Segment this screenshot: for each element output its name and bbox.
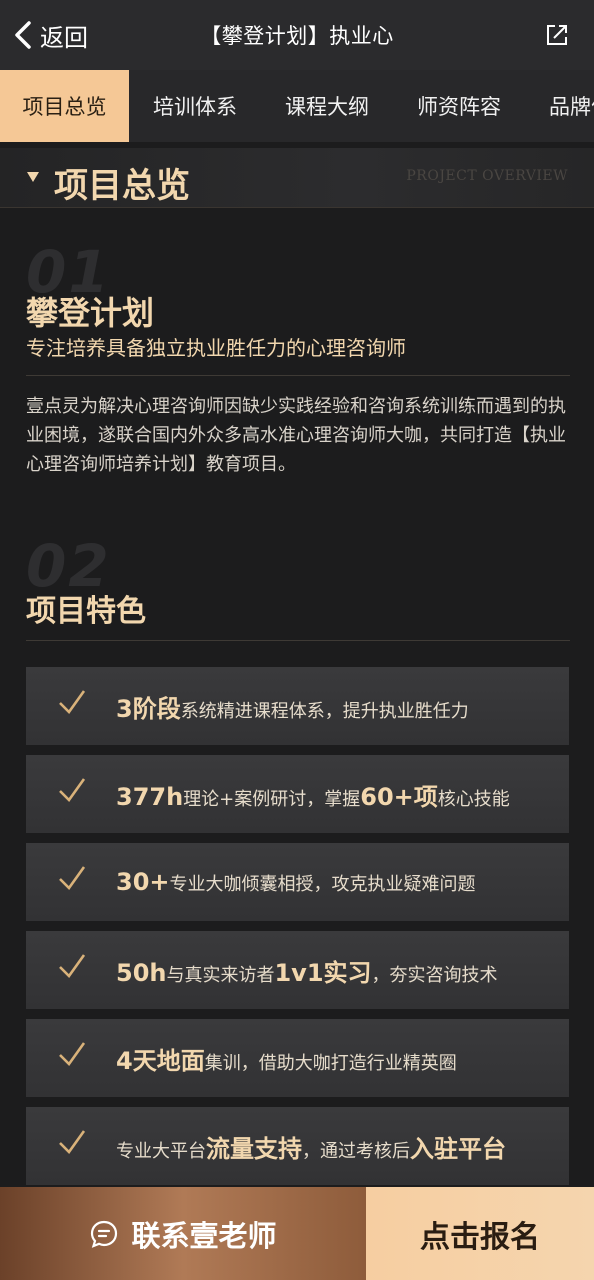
tab-training-system[interactable]: 培训体系 [129, 70, 261, 142]
check-icon [59, 690, 86, 715]
feature-label: 与真实来访者 [166, 964, 275, 986]
feature-text: 377h理论+案例研讨，掌握60+项核心技能 [116, 777, 510, 812]
feature-highlight: 流量支持 [206, 1134, 302, 1163]
feature-label: 集训，借助大咖打造行业精英圈 [204, 1052, 457, 1074]
feature-label: ，夯实咨询技术 [371, 964, 498, 986]
feature-text: 50h与真实来访者1v1实习，夯实咨询技术 [116, 953, 498, 988]
share-icon[interactable] [544, 22, 570, 48]
chat-icon [91, 1220, 118, 1248]
page-title: 【攀登计划】执业心 [200, 24, 394, 48]
feature-card: 377h理论+案例研讨，掌握60+项核心技能 [26, 755, 569, 833]
triangle-down-icon [27, 172, 39, 182]
feature-text: 30+专业大咖倾囊相授，攻克执业疑难问题 [116, 868, 476, 896]
feature-label: 专业大平台 [116, 1140, 206, 1162]
plan-heading: 攀登计划 [26, 294, 155, 332]
divider [26, 640, 570, 641]
feature-card: 4天地面集训，借助大咖打造行业精英圈 [26, 1019, 569, 1097]
tab-overview[interactable]: 项目总览 [0, 70, 129, 142]
feature-highlight: 30+ [116, 868, 170, 896]
tab-brand[interactable]: 品牌优 [525, 70, 594, 142]
section-title: 项目总览 [54, 166, 190, 206]
plan-subheading: 专注培养具备独立执业胜任力的心理咨询师 [26, 336, 406, 360]
section-title-en: PROJECT OVERVIEW [406, 168, 568, 184]
feature-highlight: 入驻平台 [410, 1134, 506, 1163]
check-icon [59, 778, 86, 803]
contact-label: 联系壹老师 [131, 1218, 277, 1253]
features-heading: 项目特色 [26, 594, 146, 629]
feature-label: ，通过考核后 [302, 1140, 410, 1162]
divider [26, 375, 570, 376]
feature-label: 理论+案例研讨，掌握 [183, 788, 361, 810]
contact-teacher-button[interactable]: 联系壹老师 [0, 1187, 366, 1280]
feature-highlight: 60+项 [360, 782, 438, 811]
feature-highlight: 377h [116, 782, 184, 811]
feature-card: 专业大平台流量支持，通过考核后入驻平台 [26, 1107, 569, 1185]
signup-button[interactable]: 点击报名 [366, 1187, 594, 1280]
section-header: 项目总览 PROJECT OVERVIEW [0, 148, 594, 208]
check-icon [59, 1042, 86, 1067]
plan-description: 壹点灵为解决心理咨询师因缺少实践经验和咨询系统训练而遇到的执业困境，遂联合国内外… [26, 396, 566, 475]
tab-bar: 项目总览 培训体系 课程大纲 师资阵容 品牌优 [0, 70, 594, 142]
check-icon [59, 866, 86, 891]
feature-highlight: 50h [116, 958, 167, 987]
bottom-action-bar: 联系壹老师 点击报名 [0, 1187, 594, 1280]
feature-highlight: 4天地面 [116, 1046, 205, 1075]
tab-curriculum[interactable]: 课程大纲 [261, 70, 393, 142]
app-header: 返回 【攀登计划】执业心 [0, 0, 594, 70]
feature-highlight: 3阶段 [116, 694, 181, 723]
feature-card: 3阶段系统精进课程体系，提升执业胜任力 [26, 667, 569, 745]
feature-text: 4天地面集训，借助大咖打造行业精英圈 [116, 1041, 457, 1076]
check-icon [59, 1130, 86, 1155]
check-icon [59, 954, 86, 979]
feature-card: 50h与真实来访者1v1实习，夯实咨询技术 [26, 931, 569, 1009]
feature-label: 专业大咖倾囊相授，攻克执业疑难问题 [169, 874, 476, 895]
feature-card: 30+专业大咖倾囊相授，攻克执业疑难问题 [26, 843, 569, 921]
feature-label: 核心技能 [437, 788, 510, 810]
feature-text: 专业大平台流量支持，通过考核后入驻平台 [116, 1129, 506, 1164]
feature-highlight: 1v1实习 [274, 958, 372, 987]
feature-text: 3阶段系统精进课程体系，提升执业胜任力 [116, 689, 469, 724]
tab-faculty[interactable]: 师资阵容 [393, 70, 525, 142]
feature-label: 系统精进课程体系，提升执业胜任力 [180, 700, 469, 722]
